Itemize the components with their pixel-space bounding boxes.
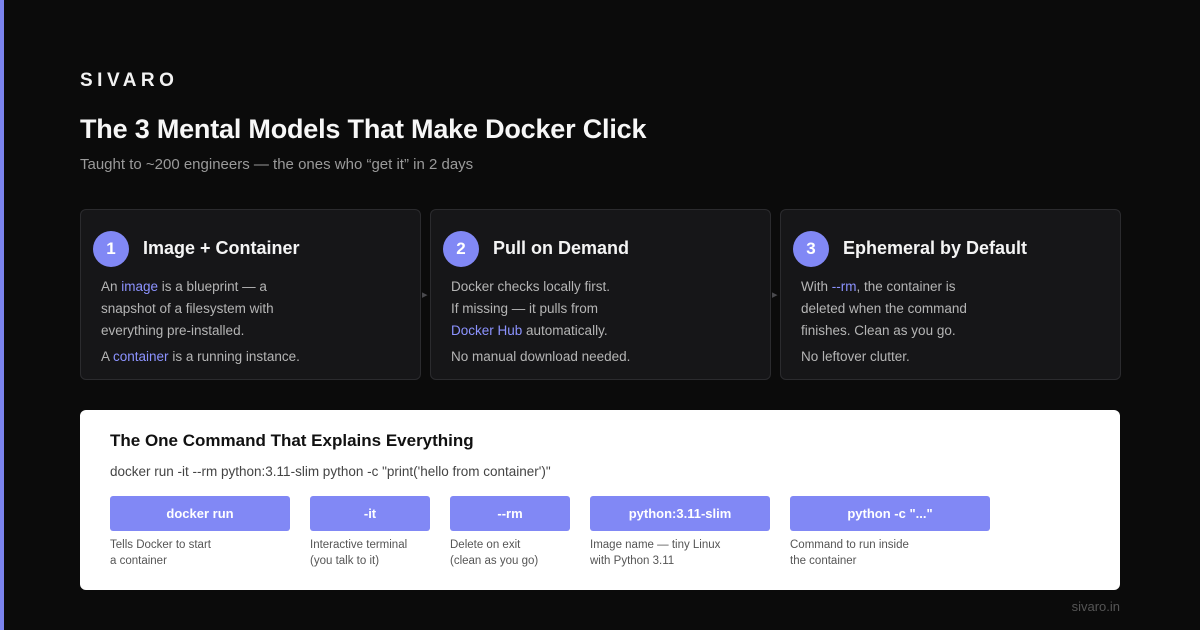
command-panel-title: The One Command That Explains Everything xyxy=(110,431,474,450)
card-line: Docker checks locally first. xyxy=(451,279,611,294)
command-part-description: Delete on exit (clean as you go) xyxy=(450,537,538,569)
card-line: With --rm, the container is xyxy=(801,276,1101,298)
card-body: Docker checks locally first. If missing … xyxy=(451,276,751,368)
page-subtitle: Taught to ~200 engineers — the ones who … xyxy=(80,156,474,173)
brand-logo: SIVARO xyxy=(80,70,179,91)
description-line: (you talk to it) xyxy=(310,555,380,567)
card-title: Ephemeral by Default xyxy=(843,238,1028,258)
card-title: Pull on Demand xyxy=(493,238,630,258)
highlight-term: image xyxy=(121,279,159,294)
command-part-chip: python:3.11-slim xyxy=(590,496,770,531)
step-number-badge: 1 xyxy=(93,231,129,267)
card-line: No manual download needed. xyxy=(451,349,631,364)
step-number-badge: 2 xyxy=(443,231,479,267)
card-body: With --rm, the container is deleted when… xyxy=(801,276,1101,368)
mental-model-card-1: 1 Image + Container An image is a bluepr… xyxy=(80,209,421,380)
card-line: snapshot of a filesystem with xyxy=(101,301,274,316)
text-segment: is a running instance. xyxy=(168,349,300,364)
description-line: Interactive terminal xyxy=(310,539,408,551)
description-line: the container xyxy=(790,555,857,567)
card-line: deleted when the command xyxy=(801,301,967,316)
card-body: An image is a blueprint — a snapshot of … xyxy=(101,276,401,368)
command-part-chip: -it xyxy=(310,496,430,531)
card-line: everything pre-installed. xyxy=(101,323,245,338)
command-part-chip: docker run xyxy=(110,496,290,531)
command-part-description: Image name — tiny Linux with Python 3.11 xyxy=(590,537,720,569)
description-line: a container xyxy=(110,555,167,567)
text-segment: , the container is xyxy=(856,279,956,294)
footer-url: sivaro.in xyxy=(1071,599,1120,614)
description-line: Delete on exit xyxy=(450,539,521,551)
command-panel: The One Command That Explains Everything… xyxy=(80,410,1120,590)
text-segment: is a blueprint — a xyxy=(158,279,267,294)
command-part-description: Command to run inside the container xyxy=(790,537,909,569)
text-segment: automatically. xyxy=(522,323,608,338)
text-segment: An xyxy=(101,279,122,294)
command-part-description: Tells Docker to start a container xyxy=(110,537,211,569)
description-line: Image name — tiny Linux xyxy=(590,539,721,551)
highlight-term: Docker Hub xyxy=(451,323,523,338)
card-line: A container is a running instance. xyxy=(101,346,401,368)
highlight-term: container xyxy=(113,349,169,364)
mental-model-card-2: 2 Pull on Demand Docker checks locally f… xyxy=(430,209,771,380)
command-part-description: Interactive terminal (you talk to it) xyxy=(310,537,407,569)
description-line: with Python 3.11 xyxy=(590,555,675,567)
card-line: finishes. Clean as you go. xyxy=(801,323,956,338)
card-line: Docker Hub automatically. xyxy=(451,320,751,342)
step-number-badge: 3 xyxy=(793,231,829,267)
description-line: Tells Docker to start xyxy=(110,539,211,551)
card-title: Image + Container xyxy=(143,238,300,258)
card-line: If missing — it pulls from xyxy=(451,301,599,316)
mental-model-card-3: 3 Ephemeral by Default With --rm, the co… xyxy=(780,209,1121,380)
highlight-term: --rm xyxy=(831,279,857,294)
command-part-chip: python -c "..." xyxy=(790,496,990,531)
accent-bar xyxy=(0,0,4,630)
text-segment: A xyxy=(101,349,114,364)
text-segment: With xyxy=(801,279,832,294)
page-title: The 3 Mental Models That Make Docker Cli… xyxy=(80,114,647,144)
description-line: Command to run inside xyxy=(790,539,909,551)
card-line: An image is a blueprint — a xyxy=(101,276,401,298)
command-part-chip: --rm xyxy=(450,496,570,531)
card-line: No leftover clutter. xyxy=(801,349,910,364)
command-line: docker run -it --rm python:3.11-slim pyt… xyxy=(110,464,551,479)
description-line: (clean as you go) xyxy=(450,555,539,567)
